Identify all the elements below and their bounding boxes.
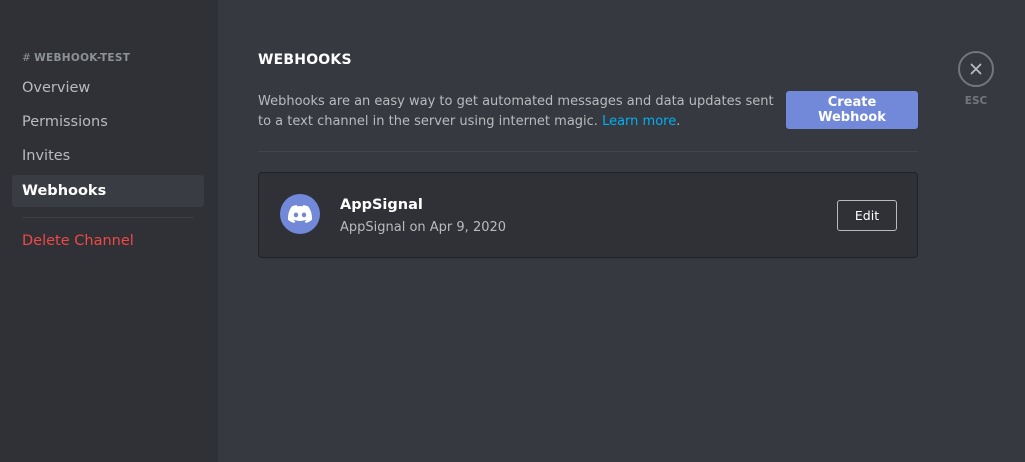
sidebar-item-overview[interactable]: Overview (12, 72, 204, 104)
webhooks-panel: WEBHOOKS Webhooks are an easy way to get… (258, 0, 918, 462)
sidebar-divider (22, 217, 194, 218)
sidebar-item-permissions[interactable]: Permissions (12, 106, 204, 138)
create-webhook-button[interactable]: Create Webhook (786, 91, 918, 129)
sidebar-item-label: Webhooks (22, 183, 107, 199)
sidebar-item-label: Delete Channel (22, 233, 134, 249)
description-text: Webhooks are an easy way to get automate… (258, 94, 774, 129)
learn-more-link[interactable]: Learn more (602, 114, 676, 129)
webhook-card[interactable]: AppSignal AppSignal on Apr 9, 2020 Edit (258, 172, 918, 258)
content-divider (258, 151, 918, 152)
page-title: WEBHOOKS (258, 52, 352, 68)
esc-label: ESC (964, 95, 988, 107)
close-button[interactable] (958, 51, 994, 87)
hash-icon: # (22, 52, 32, 64)
discord-icon (288, 205, 312, 223)
sidebar-item-webhooks[interactable]: Webhooks (12, 175, 204, 207)
edit-webhook-button[interactable]: Edit (837, 200, 897, 231)
channel-settings-window: # WEBHOOK-TEST Overview Permissions Invit… (0, 0, 1025, 462)
sidebar-channel-header: # WEBHOOK-TEST (22, 52, 130, 64)
webhook-name: AppSignal (340, 197, 423, 213)
description-end: . (676, 114, 681, 129)
sidebar-item-label: Overview (22, 80, 91, 96)
sidebar-item-invites[interactable]: Invites (12, 140, 204, 172)
webhook-meta: AppSignal on Apr 9, 2020 (340, 220, 507, 235)
close-control: ESC (958, 51, 994, 111)
webhooks-description: Webhooks are an easy way to get automate… (258, 92, 778, 132)
close-icon (970, 63, 982, 75)
webhook-avatar (280, 194, 320, 234)
settings-sidebar: # WEBHOOK-TEST Overview Permissions Invit… (0, 0, 218, 462)
channel-name: WEBHOOK-TEST (34, 52, 131, 64)
sidebar-item-label: Invites (22, 148, 71, 164)
sidebar-item-label: Permissions (22, 114, 108, 130)
sidebar-item-delete-channel[interactable]: Delete Channel (12, 225, 204, 257)
